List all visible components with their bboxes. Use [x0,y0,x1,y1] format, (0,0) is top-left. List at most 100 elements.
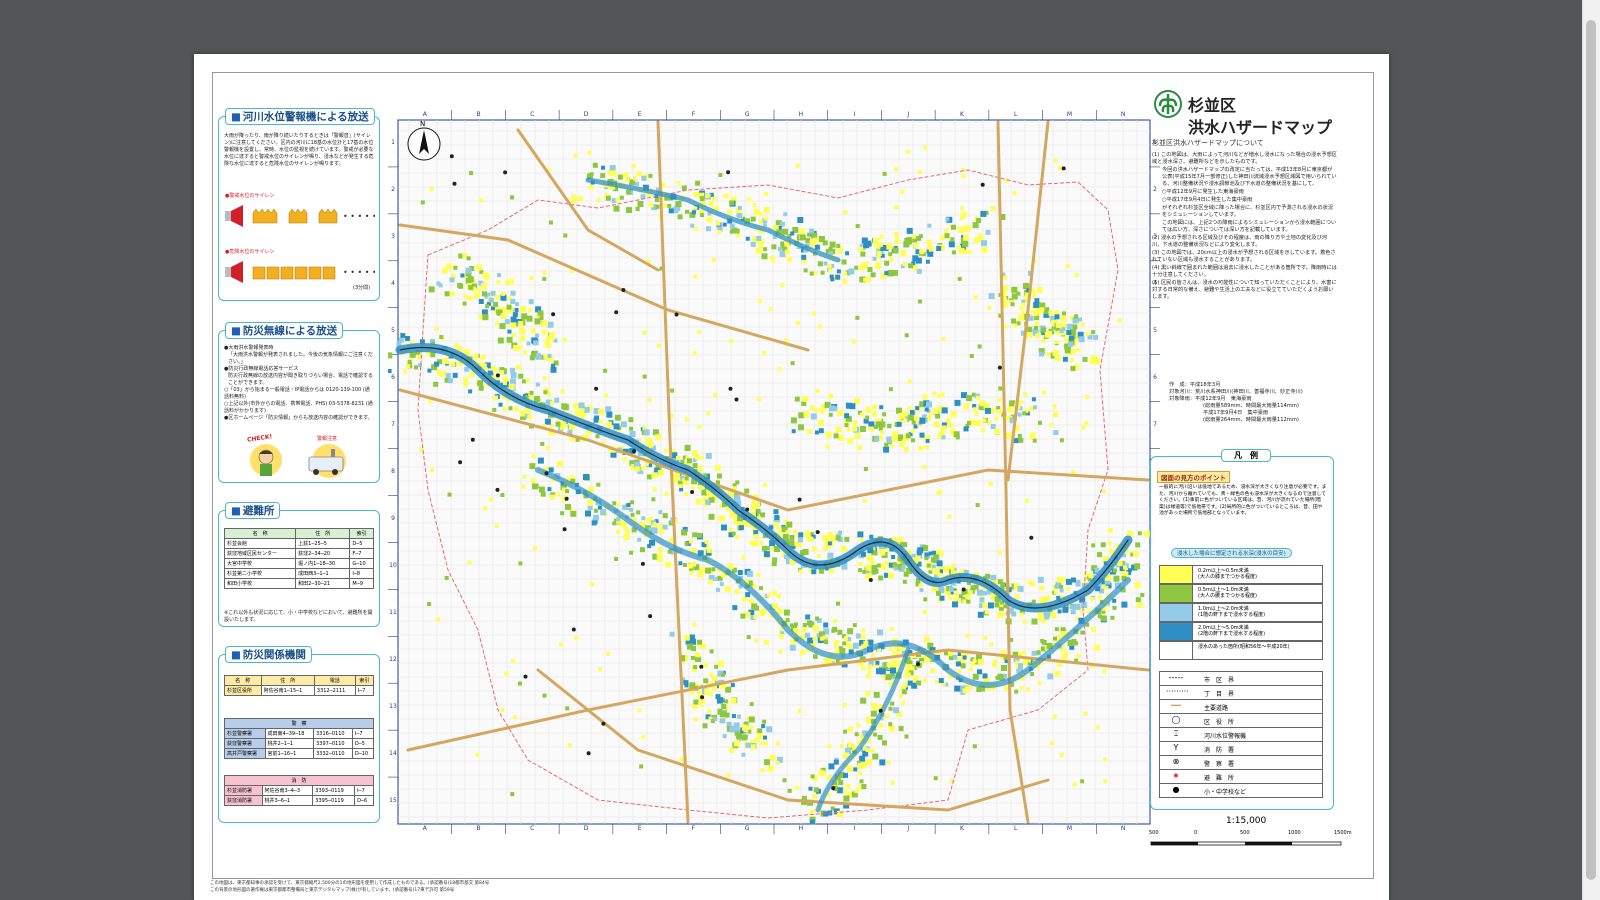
flood-cell [1012,191,1017,196]
flood-cell [951,224,956,230]
flood-cell [495,294,501,300]
flood-cell [990,424,996,429]
flood-cell [738,525,744,531]
flood-cell [994,602,1000,608]
flood-cell [469,372,475,378]
flood-cell [904,333,909,338]
grid-col-label: K [960,111,964,118]
flood-cell [500,493,505,497]
flood-cell [852,426,857,432]
map-area[interactable]: N AABBCCDDEEFFGGHHIIJJKKLLMMNN1122334455… [388,110,1160,834]
flood-cell [944,233,950,239]
flood-cell [690,655,695,660]
flood-cell [1017,433,1022,438]
flood-cell [1054,340,1059,345]
flood-cell [954,399,961,406]
flood-cell [639,547,645,553]
flood-cell [596,198,601,203]
flood-cell [987,420,992,425]
flood-cell [1112,568,1117,573]
flood-cell [587,501,592,506]
flood-cell [762,719,767,724]
flood-cell [722,222,727,227]
flood-cell [965,594,971,600]
flood-cell [809,819,815,825]
flood-cell [906,227,913,234]
table-row: 杉並警察署 成田東4─39─18 3316─0110 I─7 [224,728,375,739]
flood-cell [878,722,884,728]
flood-cell [876,563,881,568]
flood-cell [692,622,697,627]
flood-cell [656,343,661,348]
flood-cell [445,372,451,378]
flood-cell [741,555,746,560]
flood-cell [776,594,781,599]
flood-cell [870,748,875,753]
flood-cell [706,547,712,553]
flood-cell [901,564,906,569]
flood-cell [1054,355,1061,362]
flood-cell [508,383,515,390]
flood-cell [1031,599,1036,604]
school-marker [961,587,966,592]
flood-cell [852,623,857,628]
about-point: ○平成12年9月に発生した東海豪雨 [1162,189,1244,195]
flood-cell [674,472,681,479]
grid-col-label: G [744,111,750,118]
flood-cell [722,734,727,739]
grid-col-label: F [691,111,696,118]
flood-cell [1062,311,1066,316]
flood-cell [657,470,664,476]
depth-swatch [1160,566,1193,583]
symbol-legend-row: ⌶ 河川水位警報機 [1159,727,1323,742]
flood-cell [670,388,675,393]
flood-cell [595,434,600,439]
flood-cell [763,483,768,487]
flood-cell [521,335,526,340]
flood-cell [822,240,828,246]
flood-cell [689,570,694,575]
cell: 杉並警察署 [224,728,266,739]
flood-cell [924,407,929,412]
flood-cell [1017,412,1022,417]
scrollbar[interactable] [1582,0,1600,900]
flood-cell [478,385,484,391]
grid-col-label: J [907,111,910,118]
school-marker [495,373,500,378]
flood-cell [695,180,701,186]
cell: 桃井3─6─1 [261,795,314,806]
grid-row-label: 9 [391,514,395,522]
flood-cell [1081,602,1088,609]
flood-cell [1034,326,1038,330]
flood-cell [886,662,891,667]
flood-cell [556,492,561,497]
flood-cell [698,644,702,649]
flood-cell [560,389,565,394]
flood-cell [500,370,505,374]
flood-cell [1018,437,1024,443]
flood-cell [1113,575,1120,582]
flood-cell [985,229,991,235]
flood-cell [749,702,754,707]
flood-cell [603,368,608,373]
flood-cell [574,636,579,641]
flood-cell [875,660,880,665]
flood-cell [655,204,660,209]
flood-cell [689,634,695,641]
cell: 桃井2─1─1 [264,738,315,749]
cell: 3393─0119 [312,785,356,796]
school-marker [868,578,873,582]
flood-cell [712,197,717,202]
flood-cell [1071,350,1076,354]
scroll-thumb[interactable] [1586,20,1596,880]
flood-cell [1091,627,1096,633]
table-row: 杉並会館 上荻1─25─5 D─5 [223,538,374,549]
flood-cell [458,283,464,289]
flood-cell [502,406,507,411]
flood-cell [810,413,817,420]
flood-map[interactable]: N [388,110,1160,834]
depth-desc: (大人の膝までつかる程度) [1198,574,1257,580]
flood-cell [1102,489,1107,494]
flood-cell [793,622,798,627]
flood-cell [918,299,922,304]
